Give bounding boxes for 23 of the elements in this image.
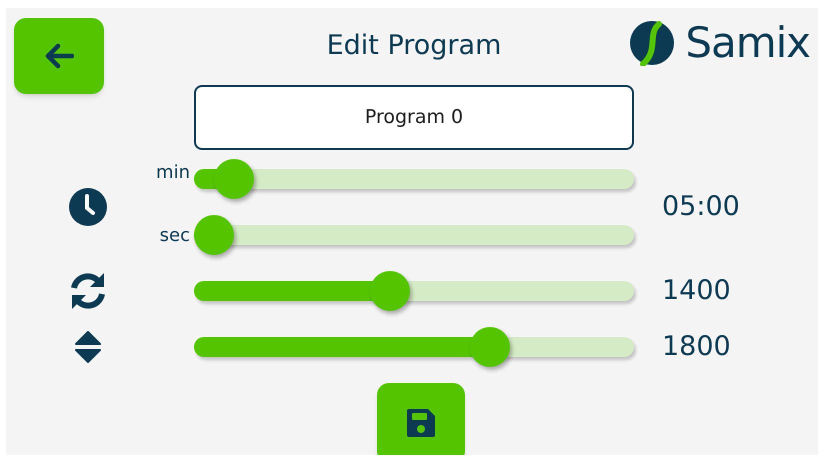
slider-label: sec (160, 224, 190, 248)
slider[interactable] (194, 159, 634, 199)
slider[interactable] (194, 215, 634, 255)
slider-thumb[interactable] (370, 271, 410, 311)
slider-label: min (156, 161, 190, 185)
program-name-field[interactable]: Program 0 (194, 85, 634, 150)
back-button[interactable] (14, 18, 104, 94)
up-down-icon (75, 331, 101, 363)
leaf-logo-icon (629, 20, 676, 66)
brand-logo-text: Samix (685, 22, 810, 64)
value-reading: 1800 (662, 330, 731, 364)
slider-thumb[interactable] (194, 215, 234, 255)
value-reading: 05:00 (662, 190, 740, 224)
value-reading: 1400 (662, 274, 731, 308)
back-arrow-icon (44, 43, 74, 69)
save-button[interactable] (377, 383, 465, 455)
save-icon (405, 407, 437, 439)
slider-thumb[interactable] (214, 159, 254, 199)
page-title: Edit Program (326, 29, 502, 64)
slider[interactable] (194, 327, 634, 367)
clock-icon (68, 187, 108, 227)
slider-thumb[interactable] (470, 327, 510, 367)
slider[interactable] (194, 271, 634, 311)
